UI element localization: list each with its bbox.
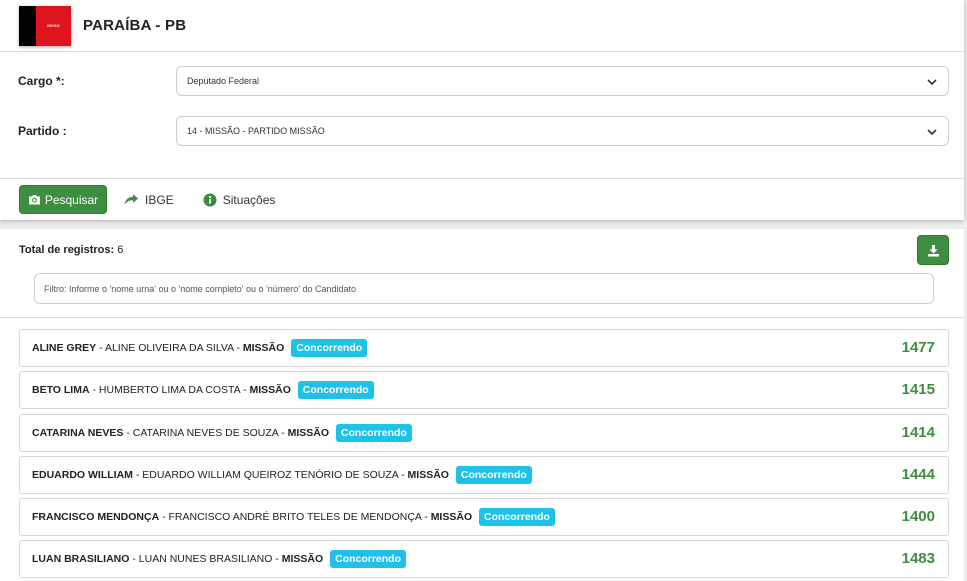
action-bar: Pesquisar IBGE Situações — [19, 185, 275, 214]
pesquisar-button[interactable]: Pesquisar — [19, 185, 107, 214]
candidate-row[interactable]: EDUARDO WILLIAM - EDUARDO WILLIAM QUEIRO… — [19, 455, 949, 494]
divider — [0, 317, 964, 318]
partido-select[interactable]: 14 - MISSÃO - PARTIDO MISSÃO — [176, 116, 949, 146]
ibge-button[interactable]: IBGE — [123, 193, 174, 207]
candidate-full-name: CATARINA NEVES DE SOUZA — [132, 426, 279, 439]
share-arrow-icon — [124, 193, 138, 205]
filter-input[interactable] — [34, 273, 934, 304]
candidate-party: MISSÃO — [249, 384, 291, 397]
situacoes-button[interactable]: Situações — [203, 192, 276, 207]
status-badge: Concorrendo — [335, 423, 412, 442]
cargo-select[interactable]: Deputado Federal — [176, 66, 949, 96]
cargo-label: Cargo *: — [18, 74, 65, 88]
partido-label: Partido : — [18, 124, 67, 138]
separator: - — [398, 468, 408, 481]
candidate-row[interactable]: CATARINA NEVES - CATARINA NEVES DE SOUZA… — [19, 413, 949, 452]
divider — [0, 178, 964, 179]
separator: - — [278, 426, 288, 439]
total-value: 6 — [117, 244, 124, 256]
situacoes-label: Situações — [222, 192, 276, 207]
candidate-party: MISSÃO — [407, 468, 449, 481]
partido-row: Partido : 14 - MISSÃO - PARTIDO MISSÃO — [0, 116, 964, 146]
separator: - — [96, 342, 105, 354]
candidate-party: MISSÃO — [287, 426, 329, 439]
candidate-row[interactable]: ALINE GREY - ALINE OLIVEIRA DA SILVA - M… — [19, 329, 949, 367]
separator: - — [233, 342, 243, 354]
page-title: PARAÍBA - PB — [83, 17, 187, 34]
candidate-ballot-name: FRANCISCO MENDONÇA — [32, 511, 160, 524]
status-badge: Concorrendo — [330, 550, 406, 569]
cargo-value: Deputado Federal — [187, 76, 260, 86]
candidate-full-name: EDUARDO WILLIAM QUEIROZ TENÓRIO DE SOUZA — [142, 468, 399, 481]
status-badge: Concorrendo — [291, 339, 368, 357]
candidate-number: 1414 — [901, 423, 935, 441]
flag-text: NEGO — [47, 23, 60, 28]
camera-icon — [28, 195, 40, 205]
candidate-ballot-name: LUAN BRASILIANO — [32, 553, 130, 566]
total-label: Total de registros: — [19, 244, 115, 256]
candidate-ballot-name: CATARINA NEVES — [32, 426, 124, 439]
pesquisar-label: Pesquisar — [44, 192, 99, 207]
status-badge: Concorrendo — [297, 381, 374, 400]
separator: - — [89, 384, 99, 397]
candidate-ballot-name: BETO LIMA — [32, 384, 90, 397]
info-icon — [203, 193, 217, 206]
candidate-full-name: ALINE OLIVEIRA DA SILVA — [104, 342, 234, 354]
separator: - — [123, 426, 133, 439]
candidate-number: 1477 — [901, 339, 935, 356]
candidate-row[interactable]: LUAN BRASILIANO - LUAN NUNES BRASILIANO … — [19, 540, 949, 579]
separator: - — [129, 553, 139, 566]
candidate-full-name: LUAN NUNES BRASILIANO — [138, 553, 273, 566]
search-panel: NEGO PARAÍBA - PB Cargo *: Deputado Fede… — [0, 0, 964, 220]
download-icon — [927, 244, 939, 256]
chevron-down-icon — [927, 79, 937, 86]
download-button[interactable] — [917, 235, 949, 265]
candidate-ballot-name: ALINE GREY — [32, 342, 97, 354]
candidate-row[interactable]: FRANCISCO MENDONÇA - FRANCISCO ANDRÉ BRI… — [19, 498, 949, 537]
total-records: Total de registros: 6 — [19, 244, 123, 256]
status-badge: Concorrendo — [455, 465, 532, 484]
partido-value: 14 - MISSÃO - PARTIDO MISSÃO — [187, 126, 325, 136]
candidate-ballot-name: EDUARDO WILLIAM — [32, 468, 133, 481]
separator: - — [421, 511, 431, 524]
candidate-row[interactable]: BETO LIMA - HUMBERTO LIMA DA COSTA - MIS… — [19, 371, 949, 410]
candidate-full-name: HUMBERTO LIMA DA COSTA — [98, 384, 241, 397]
candidate-number: 1444 — [901, 465, 935, 483]
candidate-number: 1483 — [901, 550, 935, 568]
cargo-row: Cargo *: Deputado Federal — [0, 66, 964, 96]
candidate-party: MISSÃO — [242, 342, 285, 354]
separator: - — [159, 511, 169, 524]
candidate-number: 1415 — [901, 381, 935, 399]
chevron-down-icon — [927, 129, 937, 136]
candidate-party: MISSÃO — [430, 511, 473, 524]
separator: - — [272, 553, 282, 566]
separator: - — [132, 468, 143, 481]
page-header: NEGO PARAÍBA - PB — [0, 0, 964, 52]
candidate-list: ALINE GREY - ALINE OLIVEIRA DA SILVA - M… — [19, 329, 949, 581]
candidate-full-name: FRANCISCO ANDRÉ BRITO TELES DE MENDONÇA — [168, 511, 422, 524]
candidate-party: MISSÃO — [281, 553, 324, 566]
ibge-label: IBGE — [145, 192, 174, 207]
candidate-number: 1400 — [901, 508, 935, 526]
state-flag: NEGO — [19, 5, 71, 46]
results-panel: Total de registros: 6 ALINE GREY - ALINE… — [0, 229, 964, 581]
status-badge: Concorrendo — [479, 508, 555, 527]
